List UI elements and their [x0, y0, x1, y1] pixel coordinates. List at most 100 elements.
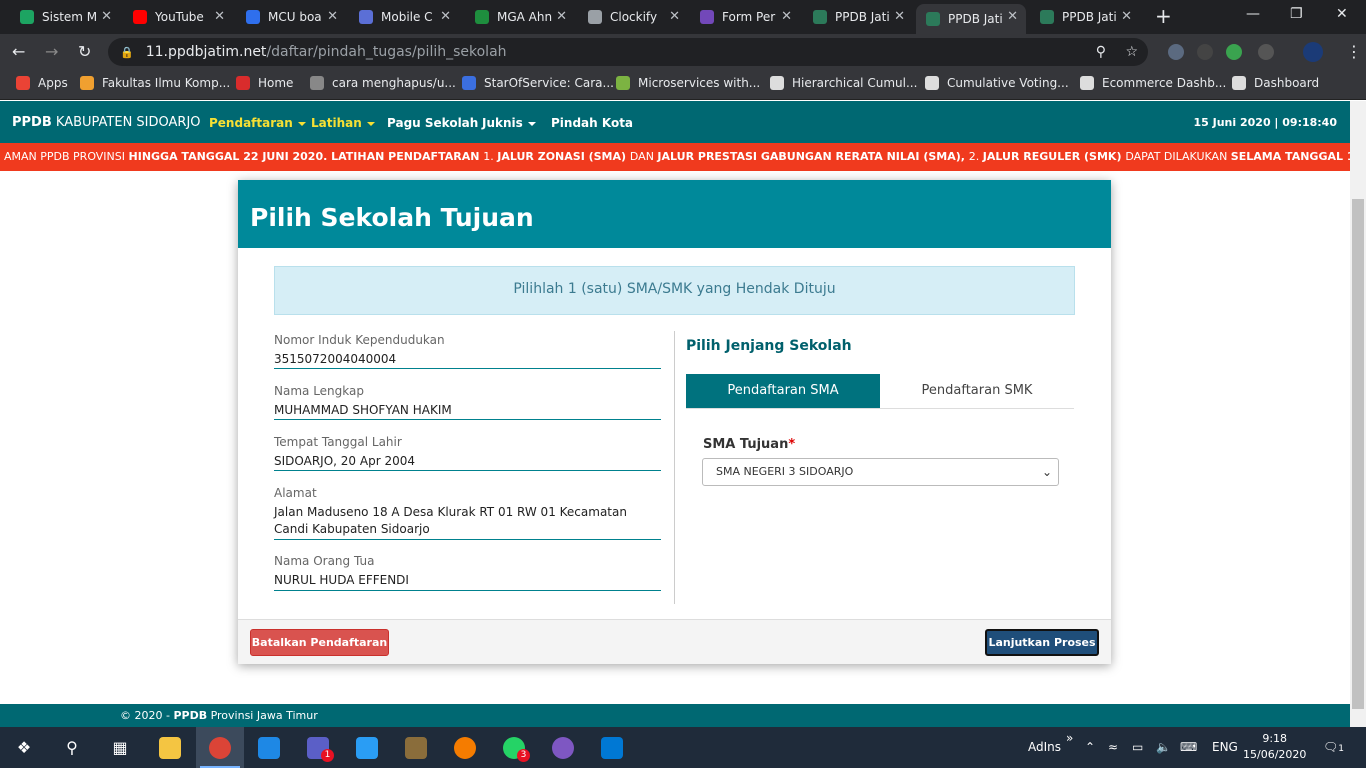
volume-icon[interactable]: 🔈 [1156, 740, 1171, 754]
browser-tab[interactable]: PPDB Jati ✕ [1030, 4, 1140, 30]
site-brand[interactable]: PPDB KABUPATEN SIDOARJO [12, 115, 201, 130]
chrome-icon[interactable] [196, 727, 244, 768]
tab-close-icon[interactable]: ✕ [327, 9, 338, 24]
tab-close-icon[interactable]: ✕ [101, 9, 112, 24]
tab-close-icon[interactable]: ✕ [556, 9, 567, 24]
marquee-text: HINGGA TANGGAL 22 JUNI 2020. LATIHAN PEN… [128, 150, 484, 163]
extension-icon[interactable] [1197, 44, 1213, 60]
photos-icon[interactable] [343, 727, 391, 768]
tray-label[interactable]: AdIns [1028, 740, 1061, 754]
bookmark-star-icon[interactable]: ☆ [1125, 44, 1138, 60]
tab-close-icon[interactable]: ✕ [440, 9, 451, 24]
page-scrollbar[interactable] [1350, 101, 1366, 727]
windows-start-icon[interactable]: ❖ [0, 727, 48, 768]
bookmark-item[interactable]: Home [236, 76, 293, 90]
nav-latihan[interactable]: Latihan [311, 116, 375, 130]
browser-tab[interactable]: MGA Ahn ✕ [465, 4, 575, 30]
power-icon[interactable]: ▭ [1132, 740, 1143, 754]
clock-time: 9:18 [1262, 732, 1288, 745]
forward-icon[interactable]: → [45, 42, 58, 61]
keyboard-icon[interactable]: ⌨ [1180, 740, 1197, 754]
required-marker: * [788, 437, 796, 452]
scrollbar-thumb[interactable] [1352, 199, 1364, 709]
extension-icon[interactable] [1168, 44, 1184, 60]
zoom-icon[interactable]: ⚲ [1096, 44, 1106, 60]
menu-dots-icon[interactable]: ⋮ [1346, 42, 1362, 61]
tab-close-icon[interactable]: ✕ [1007, 9, 1018, 24]
tab-close-icon[interactable]: ✕ [1121, 9, 1132, 24]
reload-icon[interactable]: ↻ [78, 42, 91, 61]
bookmark-item[interactable]: Microservices with... [616, 76, 760, 90]
bookmark-label: Fakultas Ilmu Komp... [102, 76, 231, 90]
extension-icon[interactable] [1258, 44, 1274, 60]
task-view-icon[interactable]: ▦ [96, 727, 144, 768]
bookmark-item[interactable]: Dashboard [1232, 76, 1319, 90]
tab-close-icon[interactable]: ✕ [669, 9, 680, 24]
tab-favicon-icon [700, 10, 714, 24]
whatsapp-icon[interactable]: 3 [490, 727, 538, 768]
show-hidden-icons[interactable]: ⌃ [1085, 740, 1095, 754]
tab-pendaftaran-sma[interactable]: Pendaftaran SMA [686, 374, 880, 408]
brand-name: KABUPATEN SIDOARJO [55, 115, 201, 130]
browser-tab[interactable]: Form Per ✕ [690, 4, 800, 30]
nav-pindah-kota[interactable]: Pindah Kota [551, 116, 633, 130]
browser-tab[interactable]: PPDB Jati ✕ [803, 4, 913, 30]
restore-icon[interactable]: ❐ [1290, 6, 1303, 22]
back-icon[interactable]: ← [12, 42, 25, 61]
tray-overflow-icon[interactable]: » [1066, 731, 1073, 745]
language-indicator[interactable]: ENG [1212, 740, 1238, 754]
bookmark-item[interactable]: StarOfService: Cara... [462, 76, 614, 90]
tab-favicon-icon [926, 12, 940, 26]
notification-icon[interactable]: 🗨1 [1323, 740, 1344, 754]
close-window-icon[interactable]: ✕ [1336, 6, 1348, 22]
bookmark-item[interactable]: Fakultas Ilmu Komp... [80, 76, 230, 90]
bookmark-label: Cumulative Voting... [947, 76, 1069, 90]
field-alamat: Alamat Jalan Maduseno 18 A Desa Klurak R… [274, 486, 661, 540]
app-icon[interactable] [441, 727, 489, 768]
tab-close-icon[interactable]: ✕ [214, 9, 225, 24]
nav-label: Pendaftaran [209, 116, 293, 130]
nav-label: Pagu Sekolah [387, 116, 479, 130]
browser-tab[interactable]: MCU boa ✕ [236, 4, 346, 30]
nav-juknis[interactable]: Juknis [482, 116, 536, 130]
search-icon[interactable]: ⚲ [48, 727, 96, 768]
browser-tab[interactable]: PPDB Jati ✕ [916, 4, 1026, 34]
new-tab-button[interactable]: + [1155, 4, 1172, 28]
nav-pendaftaran[interactable]: Pendaftaran [209, 116, 306, 130]
bookmark-item[interactable]: Cumulative Voting... [925, 76, 1069, 90]
app-icon[interactable] [539, 727, 587, 768]
field-value: Jalan Maduseno 18 A Desa Klurak RT 01 RW… [274, 505, 627, 536]
extension-icon[interactable] [1226, 44, 1242, 60]
browser-tab[interactable]: Clockify ✕ [578, 4, 688, 30]
school-selection-card: Pilih Sekolah Tujuan Pilihlah 1 (satu) S… [238, 180, 1111, 664]
outlook-icon[interactable] [588, 727, 636, 768]
field-value: 3515072004040004 [274, 352, 397, 366]
game-app-icon[interactable] [392, 727, 440, 768]
field-label: Nama Orang Tua [274, 554, 375, 568]
nav-pagu-sekolah[interactable]: Pagu Sekolah [387, 116, 478, 130]
url-bar[interactable]: 🔒 11.ppdbjatim.net/daftar/pindah_tugas/p… [108, 38, 1148, 66]
network-icon[interactable]: ≈ [1108, 740, 1118, 754]
teams-icon[interactable]: 1 [294, 727, 342, 768]
marquee-text: JALUR ZONASI (SMA) [497, 150, 630, 163]
bookmark-item[interactable]: Ecommerce Dashb... [1080, 76, 1226, 90]
browser-tab[interactable]: Sistem M ✕ [10, 4, 120, 30]
tab-close-icon[interactable]: ✕ [894, 9, 905, 24]
bookmark-item[interactable]: Hierarchical Cumul... [770, 76, 917, 90]
tab-close-icon[interactable]: ✕ [781, 9, 792, 24]
field-value: SIDOARJO, 20 Apr 2004 [274, 454, 415, 468]
cancel-registration-button[interactable]: Batalkan Pendaftaran [250, 629, 389, 656]
bookmark-item[interactable]: Apps [16, 76, 68, 90]
system-clock[interactable]: 9:18 15/06/2020 [1243, 731, 1306, 763]
continue-process-button[interactable]: Lanjutkan Proses [985, 629, 1099, 656]
tab-pendaftaran-smk[interactable]: Pendaftaran SMK [880, 374, 1074, 408]
sma-tujuan-select[interactable]: SMA NEGERI 3 SIDOARJO ⌄ [702, 458, 1059, 486]
info-alert: Pilihlah 1 (satu) SMA/SMK yang Hendak Di… [274, 266, 1075, 315]
browser-tab[interactable]: Mobile C ✕ [349, 4, 459, 30]
file-explorer-icon[interactable] [146, 727, 194, 768]
bookmark-item[interactable]: cara menghapus/u... [310, 76, 456, 90]
profile-avatar[interactable] [1303, 42, 1323, 62]
minimize-icon[interactable]: — [1246, 6, 1260, 22]
vscode-icon[interactable] [245, 727, 293, 768]
browser-tab[interactable]: YouTube ✕ [123, 4, 233, 30]
